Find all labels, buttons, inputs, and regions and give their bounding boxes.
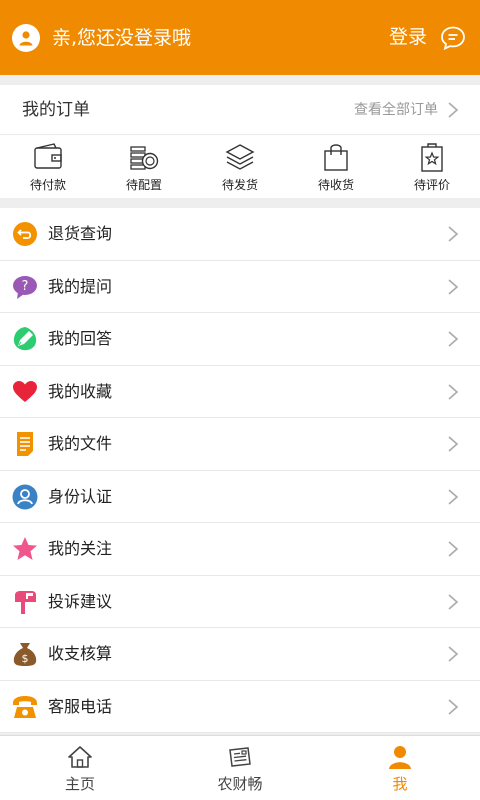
menu-item-label: 我的回答 <box>48 329 113 348</box>
bag-icon <box>324 144 348 171</box>
menu-item-label: 我的文件 <box>48 434 113 453</box>
order-status-to-configure[interactable]: 待配置 <box>96 137 192 197</box>
order-status-to-ship[interactable]: 待发货 <box>192 137 288 197</box>
menu-item-my-favorites[interactable]: 我的收藏 <box>0 366 480 418</box>
wallet-icon <box>34 143 62 169</box>
chevron-right-icon <box>448 488 459 505</box>
mailbox-icon <box>15 590 36 614</box>
order-status-label: 待收货 <box>317 178 354 192</box>
menu-item-label: 我的收藏 <box>48 381 113 401</box>
chevron-right-icon <box>448 541 459 557</box>
newspaper-icon <box>229 747 251 767</box>
coins-icon <box>130 146 159 170</box>
menu-item-my-answers[interactable]: 我的回答 <box>0 313 480 366</box>
order-status-label: 待评价 <box>413 178 450 192</box>
menu-item-identity-verification[interactable]: 身份认证 <box>0 471 480 523</box>
heart-icon <box>13 380 37 402</box>
menu-item-customer-service[interactable]: 客服电话 <box>0 681 480 733</box>
order-status-row: 待付款 待配置 待发货 待收货 待评价 <box>0 137 480 197</box>
menu-item-label: 我的关注 <box>48 539 113 558</box>
menu-item-label: 客服电话 <box>48 696 113 716</box>
login-prompt-text[interactable]: 亲,您还没登录哦 <box>52 26 191 50</box>
orders-header[interactable]: 我的订单 查看全部订单 <box>0 85 480 135</box>
question-icon: ? <box>13 275 37 299</box>
layers-icon <box>225 144 255 170</box>
svg-text:$: $ <box>22 652 29 665</box>
document-icon <box>17 432 33 456</box>
chevron-right-icon <box>448 383 459 400</box>
answer-pen-icon <box>13 327 37 351</box>
identity-icon <box>12 484 38 509</box>
menu-item-label: 我的提问 <box>48 276 113 296</box>
menu-item-label: 投诉建议 <box>48 591 113 611</box>
svg-text:?: ? <box>22 279 29 294</box>
user-avatar-icon[interactable] <box>12 24 40 52</box>
tab-news[interactable]: 农财畅 <box>160 736 320 800</box>
chevron-right-icon <box>448 646 459 662</box>
chevron-right-icon <box>448 593 459 610</box>
profile-icon <box>389 746 411 769</box>
chevron-right-icon <box>448 331 459 347</box>
menu-item-my-follows[interactable]: 我的关注 <box>0 523 480 576</box>
tab-label: 农财畅 <box>217 775 263 793</box>
order-status-to-review[interactable]: 待评价 <box>384 137 480 197</box>
menu-item-my-files[interactable]: 我的文件 <box>0 418 480 471</box>
menu-item-label: 身份认证 <box>48 486 113 506</box>
menu-item-complaints[interactable]: 投诉建议 <box>0 576 480 628</box>
message-icon[interactable] <box>440 25 466 51</box>
chevron-right-icon <box>448 278 459 295</box>
order-status-to-receive[interactable]: 待收货 <box>288 137 384 197</box>
tab-label: 主页 <box>64 775 95 793</box>
home-icon <box>68 746 92 768</box>
money-bag-icon: $ <box>13 643 37 666</box>
login-button[interactable]: 登录 <box>389 25 427 49</box>
orders-title: 我的订单 <box>22 100 90 120</box>
order-status-label: 待付款 <box>29 178 66 192</box>
order-status-label: 待发货 <box>221 178 258 192</box>
menu-item-accounting[interactable]: $ 收支核算 <box>0 628 480 681</box>
orders-panel: 我的订单 查看全部订单 待付款 待配置 待发货 待收货 待评价 <box>0 85 480 198</box>
header-bar: 亲,您还没登录哦 登录 <box>0 0 480 75</box>
menu-item-label: 退货查询 <box>48 224 113 243</box>
order-status-pending-payment[interactable]: 待付款 <box>0 137 96 197</box>
chevron-right-icon <box>448 226 459 242</box>
phone-icon <box>13 695 37 718</box>
bottom-tab-bar: 主页 农财畅 我 <box>0 735 480 800</box>
return-icon <box>13 222 37 246</box>
menu-item-return-query[interactable]: 退货查询 <box>0 208 480 261</box>
order-status-label: 待配置 <box>125 178 162 192</box>
menu-item-my-questions[interactable]: ? 我的提问 <box>0 261 480 313</box>
tab-home[interactable]: 主页 <box>0 736 160 800</box>
view-all-orders-link[interactable]: 查看全部订单 <box>354 101 438 119</box>
star-icon <box>13 537 37 560</box>
menu-item-label: 收支核算 <box>48 644 113 663</box>
menu-list: 退货查询 ? 我的提问 我的回答 我的收藏 我的文件 身份认证 我的关注 投诉建… <box>0 208 480 733</box>
tab-label: 我 <box>392 775 408 793</box>
chevron-right-icon <box>448 102 459 118</box>
review-star-icon <box>421 143 443 172</box>
chevron-right-icon <box>448 436 459 452</box>
tab-me[interactable]: 我 <box>320 736 480 800</box>
chevron-right-icon <box>448 698 459 715</box>
